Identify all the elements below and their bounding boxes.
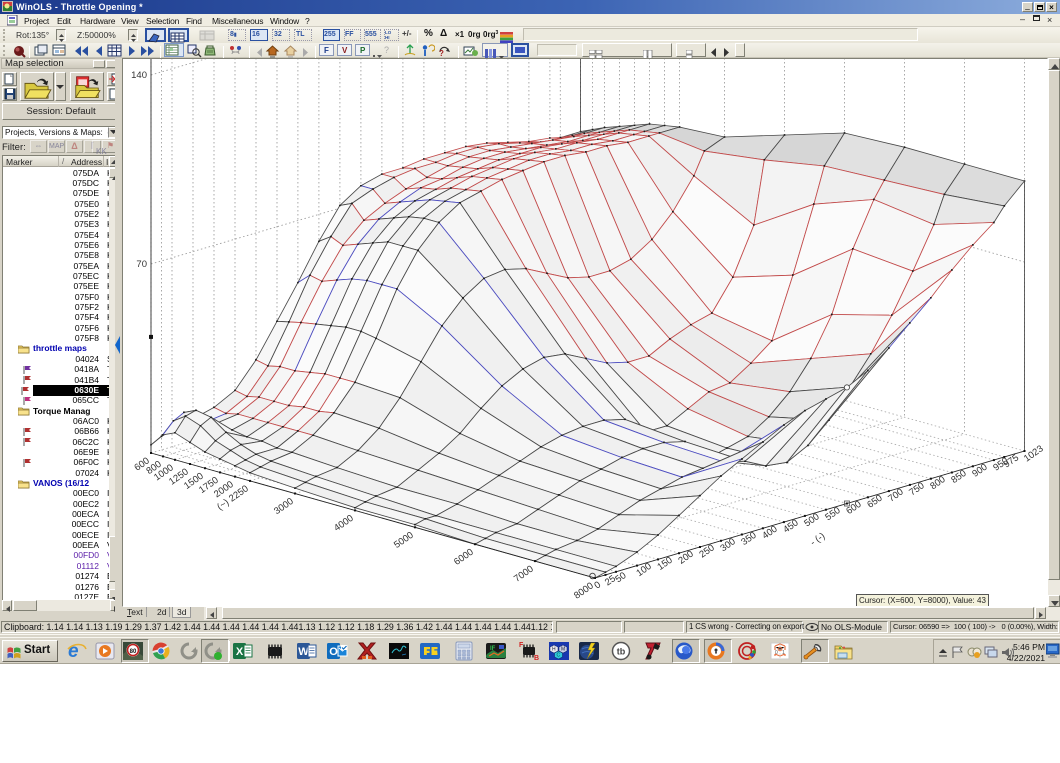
svg-text:350: 350 <box>739 530 758 548</box>
svg-text:M: M <box>561 647 565 653</box>
svg-text:800: 800 <box>928 474 947 492</box>
svg-text:850: 850 <box>949 468 968 486</box>
svg-text:140: 140 <box>131 70 147 81</box>
svg-text:250: 250 <box>697 542 716 560</box>
svg-text:B: B <box>534 655 539 661</box>
svg-text:3000: 3000 <box>272 496 296 517</box>
svg-text:5000: 5000 <box>392 530 416 551</box>
svg-text:0: 0 <box>775 650 778 656</box>
svg-text:400: 400 <box>760 524 779 542</box>
svg-text:IF: IF <box>490 646 496 652</box>
svg-text:O: O <box>329 646 338 658</box>
svg-text:200: 200 <box>676 549 695 567</box>
svg-text:4000: 4000 <box>332 513 356 534</box>
svg-text:650: 650 <box>865 493 884 511</box>
svg-text:750: 750 <box>907 480 926 498</box>
svg-text:700: 700 <box>886 486 905 504</box>
svg-text:F: F <box>519 642 524 649</box>
svg-text:X: X <box>236 646 244 658</box>
svg-text:1023: 1023 <box>1022 443 1046 464</box>
svg-text:900: 900 <box>970 462 989 480</box>
svg-text:?: ? <box>439 49 444 57</box>
svg-text:150: 150 <box>655 555 674 573</box>
svg-text:6000: 6000 <box>452 547 476 568</box>
svg-text:450: 450 <box>781 517 800 535</box>
svg-text:500: 500 <box>802 511 821 529</box>
svg-text:300: 300 <box>718 536 737 554</box>
svg-text:C: C <box>557 653 561 659</box>
svg-text:tb: tb <box>617 647 626 657</box>
svg-text:550: 550 <box>823 505 842 523</box>
svg-text:100: 100 <box>634 561 653 579</box>
svg-text:- (-): - (-) <box>808 531 827 549</box>
svg-text:600: 600 <box>844 499 863 517</box>
svg-text:H: H <box>552 647 556 653</box>
svg-text:1: 1 <box>782 650 785 656</box>
svg-text:80: 80 <box>130 649 137 655</box>
svg-text:7000: 7000 <box>512 564 536 585</box>
svg-text:70: 70 <box>136 259 147 270</box>
